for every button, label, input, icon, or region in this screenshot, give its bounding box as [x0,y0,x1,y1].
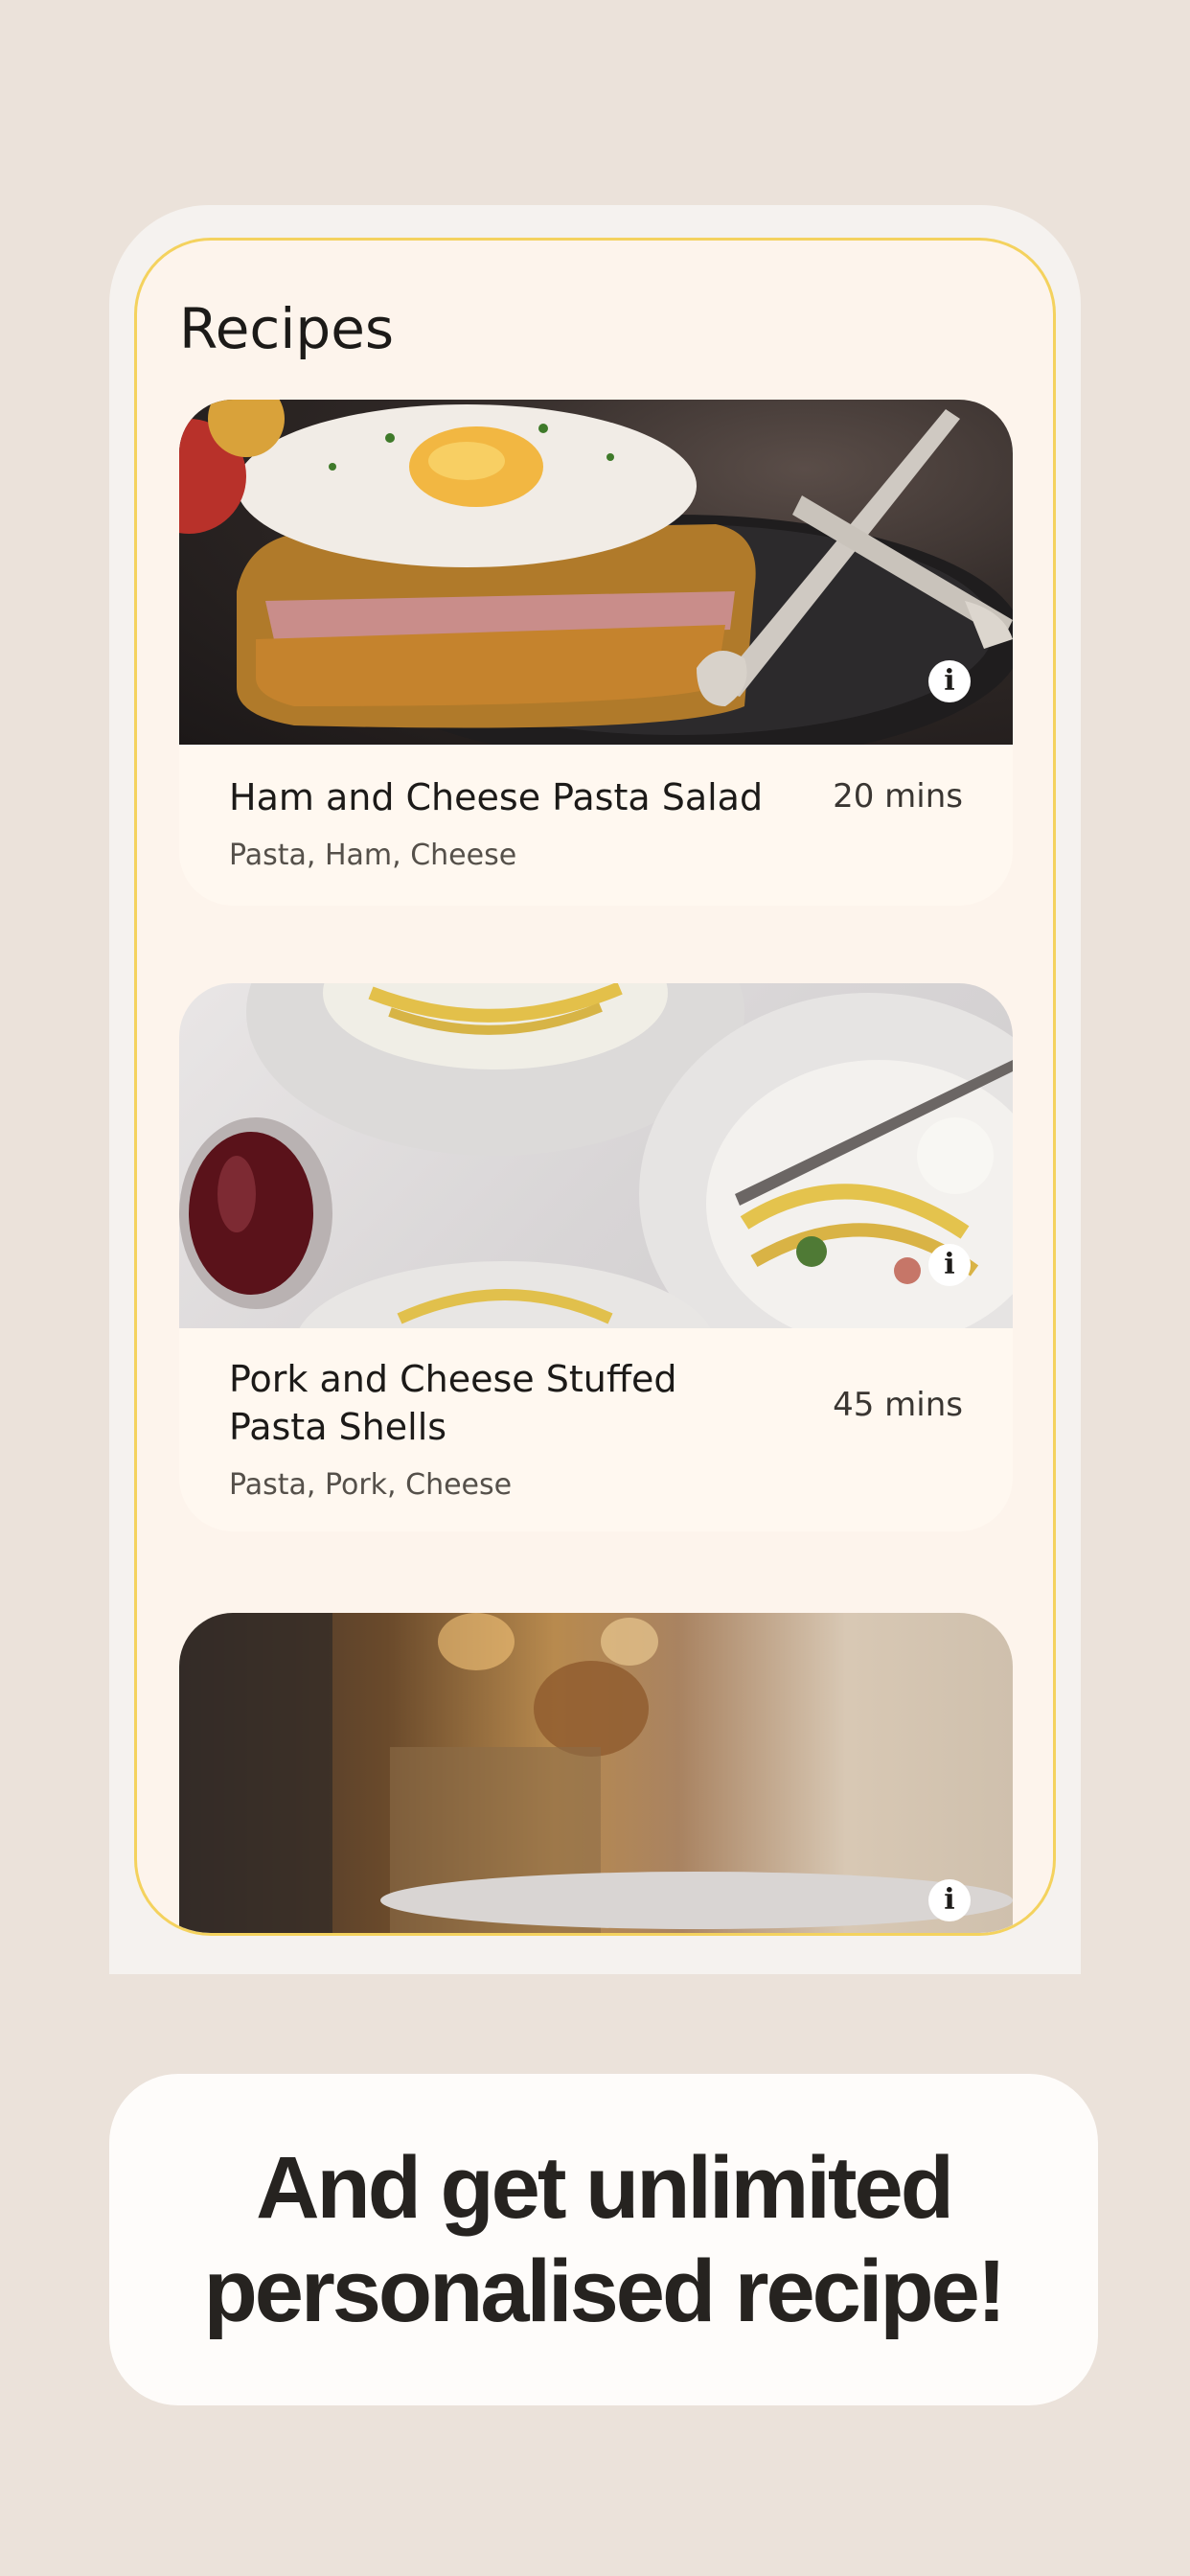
page-title: Recipes [179,296,395,361]
recipe-tags: Pasta, Ham, Cheese [229,839,517,872]
promo-line-2: personalised recipe! [203,2242,1007,2340]
recipe-photo-illustration [179,983,1013,1328]
recipe-image: i [179,400,1013,745]
recipe-photo-illustration [179,400,1013,745]
recipe-image: i [179,983,1013,1328]
recipe-card[interactable]: i Pork and Cheese Stuffed Pasta Shells 4… [179,983,1013,1531]
info-icon[interactable]: i [928,1244,971,1286]
promo-banner: And get unlimited personalised recipe! [109,2074,1098,2405]
info-icon[interactable]: i [928,660,971,702]
recipe-photo-illustration [179,1613,1013,1933]
app-screen: Recipes i Ham and Cheese Pasta Salad 20 … [134,238,1056,1936]
promo-line-1: And get unlimited [256,2139,954,2237]
recipe-card[interactable]: i [179,1613,1013,1933]
recipe-name: Ham and Cheese Pasta Salad [229,776,764,818]
recipe-image: i [179,1613,1013,1933]
info-icon[interactable]: i [928,1879,971,1921]
recipe-name: Pork and Cheese Stuffed Pasta Shells [229,1358,677,1448]
promo-headline: And get unlimited personalised recipe! [203,2136,1007,2343]
recipe-card[interactable]: i Ham and Cheese Pasta Salad 20 mins Pas… [179,400,1013,906]
phone-mockup: Recipes i Ham and Cheese Pasta Salad 20 … [109,205,1081,1974]
recipe-time: 45 mins [833,1386,963,1424]
recipe-time: 20 mins [833,777,963,816]
recipe-tags: Pasta, Pork, Cheese [229,1468,513,1502]
